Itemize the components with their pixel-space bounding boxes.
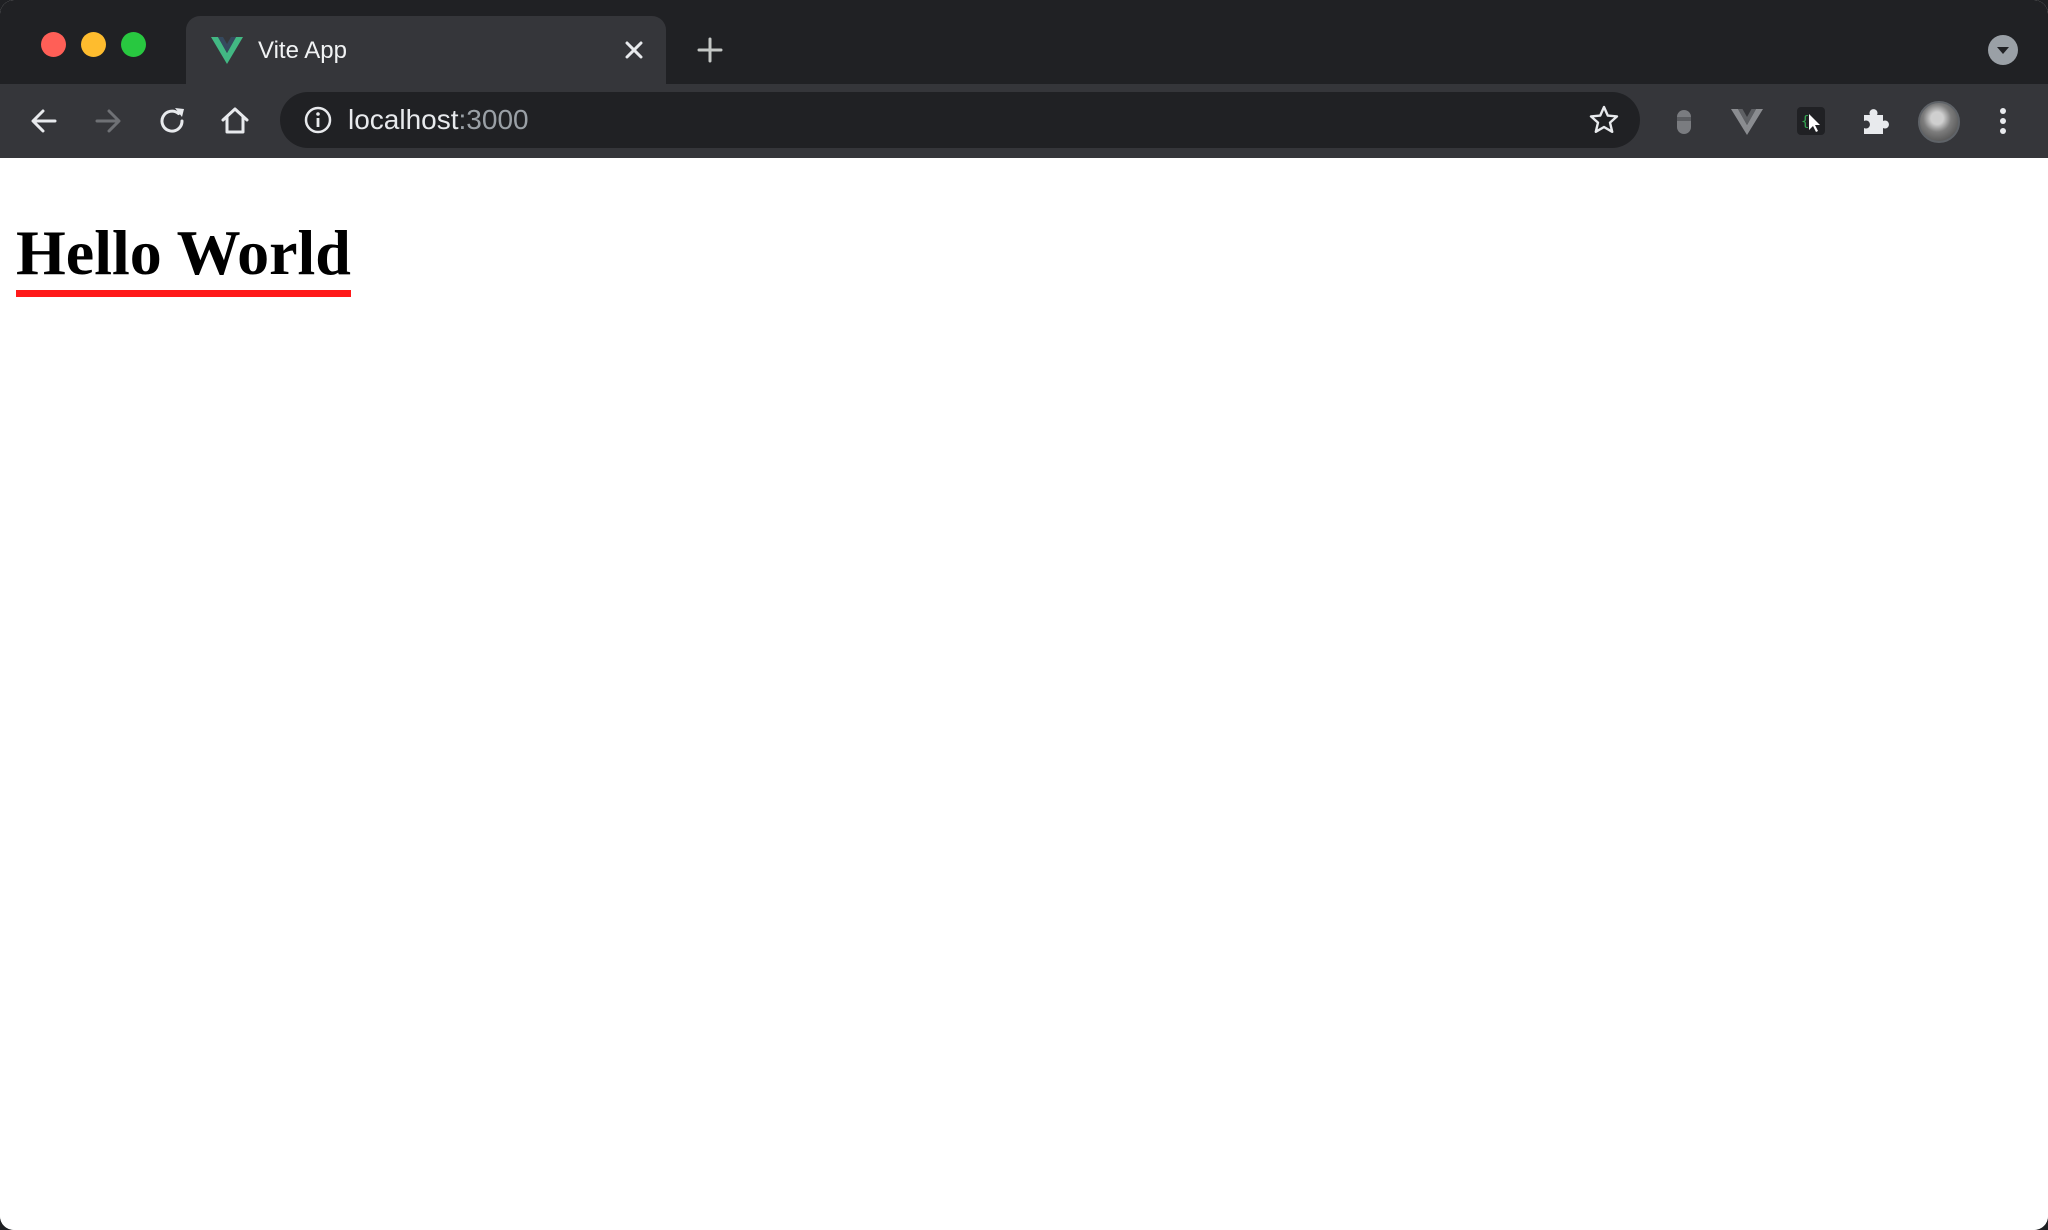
extension-grey-icon[interactable] xyxy=(1667,104,1701,138)
puzzle-icon[interactable] xyxy=(1858,104,1892,138)
chevron-down-icon xyxy=(1997,47,2009,54)
tab-vite-app[interactable]: Vite App xyxy=(186,16,666,84)
vue-devtools-icon[interactable] xyxy=(1730,104,1764,138)
tab-search-button[interactable] xyxy=(1988,35,2018,65)
tab-close-icon[interactable] xyxy=(620,36,648,64)
window-minimize-button[interactable] xyxy=(81,32,106,57)
new-tab-button[interactable] xyxy=(694,34,726,66)
page-heading: Hello World xyxy=(16,218,351,297)
site-info-icon[interactable] xyxy=(302,104,334,136)
bookmark-star-icon[interactable] xyxy=(1588,104,1620,136)
url-host: localhost xyxy=(348,104,459,135)
window-zoom-button[interactable] xyxy=(121,32,146,57)
back-arrow-icon[interactable] xyxy=(27,104,61,138)
profile-avatar[interactable] xyxy=(1918,101,1960,143)
forward-arrow-icon[interactable] xyxy=(91,104,125,138)
url-port: :3000 xyxy=(458,104,529,135)
browser-toolbar: localhost:3000 { xyxy=(0,84,2048,158)
reload-icon[interactable] xyxy=(155,104,189,138)
window-close-button[interactable] xyxy=(41,32,66,57)
home-icon[interactable] xyxy=(218,104,252,138)
tab-strip: Vite App xyxy=(0,0,2048,84)
browser-window: Vite App localhost:3000 {Hello World xyxy=(0,0,2048,1230)
svg-text:{: { xyxy=(1801,114,1809,130)
url-text[interactable]: localhost:3000 xyxy=(348,104,529,136)
address-bar[interactable]: localhost:3000 xyxy=(280,92,1640,148)
tab-title: Vite App xyxy=(258,37,347,64)
page-viewport: Hello World xyxy=(0,158,2048,1230)
cursor-extension-icon[interactable]: { xyxy=(1794,104,1828,138)
more-menu-icon[interactable] xyxy=(1990,104,2016,138)
vue-logo-icon xyxy=(211,37,243,64)
